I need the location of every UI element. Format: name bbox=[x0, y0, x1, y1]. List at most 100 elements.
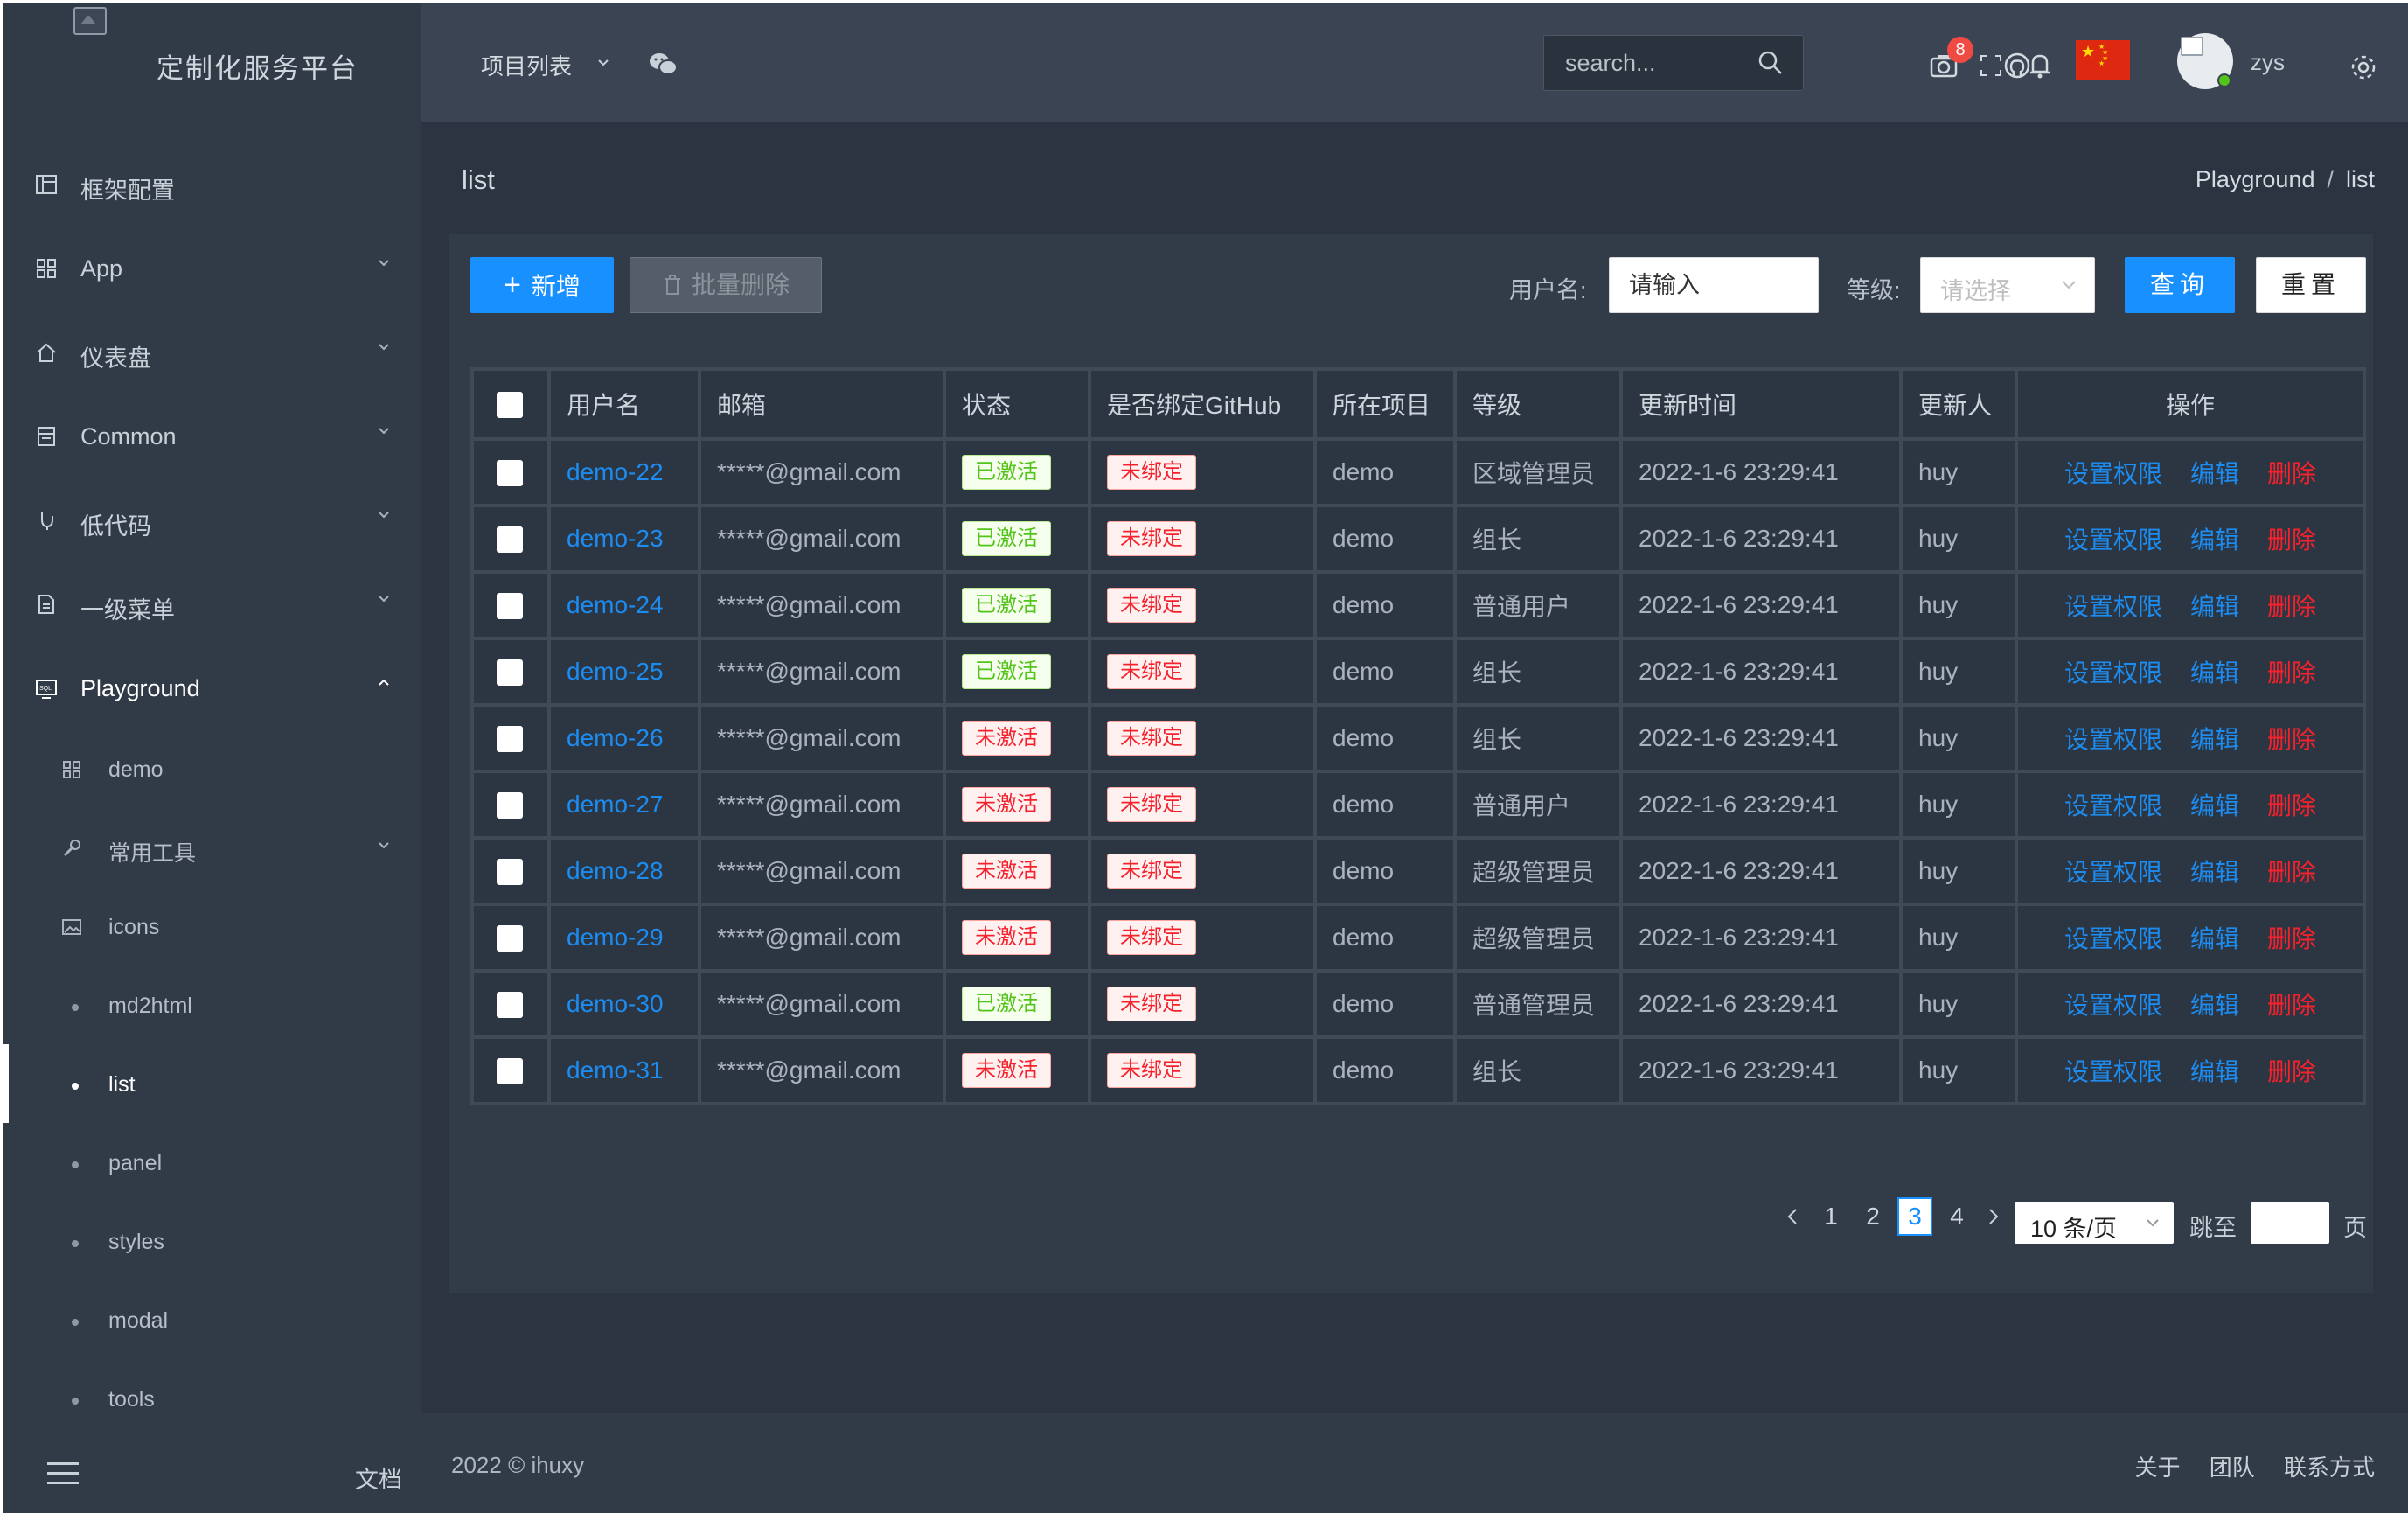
row-checkbox[interactable] bbox=[497, 992, 523, 1019]
edit-link[interactable]: 编辑 bbox=[2190, 526, 2239, 554]
sidebar-item-dashboard[interactable]: 仪表盘 bbox=[3, 311, 421, 395]
chevron-down-icon[interactable] bbox=[595, 54, 612, 72]
avatar[interactable] bbox=[2177, 33, 2233, 89]
set-permission-link[interactable]: 设置权限 bbox=[2064, 593, 2162, 620]
set-permission-link[interactable]: 设置权限 bbox=[2064, 526, 2162, 554]
sidebar-item-playground[interactable]: SQL Playground bbox=[3, 647, 421, 731]
username-link[interactable]: demo-25 bbox=[567, 658, 664, 685]
fullscreen-icon[interactable] bbox=[1976, 51, 2006, 80]
edit-link[interactable]: 编辑 bbox=[2190, 1058, 2239, 1085]
footer-link-about[interactable]: 关于 bbox=[2134, 1454, 2180, 1481]
edit-link[interactable]: 编辑 bbox=[2190, 726, 2239, 753]
username-link[interactable]: demo-28 bbox=[567, 857, 664, 884]
docs-link[interactable]: 文档 bbox=[355, 1461, 402, 1495]
delete-link[interactable]: 删除 bbox=[2267, 460, 2316, 487]
page-number-current[interactable]: 3 bbox=[1897, 1197, 1932, 1236]
sidebar-item-level1-menu[interactable]: 一级菜单 bbox=[3, 563, 421, 647]
set-permission-link[interactable]: 设置权限 bbox=[2064, 659, 2162, 687]
delete-link[interactable]: 删除 bbox=[2267, 859, 2316, 886]
delete-link[interactable]: 删除 bbox=[2267, 792, 2316, 819]
row-checkbox[interactable] bbox=[497, 859, 523, 886]
submenu-item-styles[interactable]: styles bbox=[3, 1203, 421, 1282]
row-checkbox[interactable] bbox=[497, 925, 523, 952]
sidebar-item-lowcode[interactable]: 低代码 bbox=[3, 479, 421, 563]
row-checkbox[interactable] bbox=[497, 659, 523, 687]
submenu-item-tools[interactable]: 常用工具 bbox=[3, 810, 421, 889]
submenu-item-tools-page[interactable]: tools bbox=[3, 1361, 421, 1440]
set-permission-link[interactable]: 设置权限 bbox=[2064, 925, 2162, 952]
username-link[interactable]: demo-27 bbox=[567, 791, 664, 818]
page-size-select[interactable]: 10 条/页 bbox=[2015, 1202, 2174, 1244]
query-button[interactable]: 查询 bbox=[2125, 257, 2235, 313]
logo-area[interactable]: 定制化服务平台 bbox=[3, 3, 421, 122]
page-number[interactable]: 2 bbox=[1855, 1197, 1890, 1236]
add-button[interactable]: + 新增 bbox=[470, 257, 614, 313]
search-icon[interactable] bbox=[1757, 50, 1784, 76]
row-checkbox[interactable] bbox=[497, 792, 523, 819]
username-link[interactable]: demo-22 bbox=[567, 458, 664, 485]
next-page-icon[interactable] bbox=[1985, 1207, 2002, 1226]
edit-link[interactable]: 编辑 bbox=[2190, 925, 2239, 952]
set-permission-link[interactable]: 设置权限 bbox=[2064, 1058, 2162, 1085]
delete-link[interactable]: 删除 bbox=[2267, 593, 2316, 620]
username-link[interactable]: demo-29 bbox=[567, 924, 664, 951]
sidebar-item-framework-config[interactable]: 框架配置 bbox=[3, 143, 421, 227]
page-number[interactable]: 1 bbox=[1813, 1197, 1848, 1236]
submenu-item-icons[interactable]: icons bbox=[3, 889, 421, 967]
submenu-item-panel[interactable]: panel bbox=[3, 1125, 421, 1203]
project-list-dropdown[interactable]: 项目列表 bbox=[481, 49, 572, 81]
delete-link[interactable]: 删除 bbox=[2267, 659, 2316, 687]
username[interactable]: zys bbox=[2251, 49, 2285, 76]
level-select[interactable]: 请选择 bbox=[1920, 257, 2095, 313]
set-permission-link[interactable]: 设置权限 bbox=[2064, 859, 2162, 886]
search-input[interactable] bbox=[1563, 46, 1750, 80]
row-checkbox[interactable] bbox=[497, 1058, 523, 1085]
username-link[interactable]: demo-26 bbox=[567, 724, 664, 751]
search-box[interactable] bbox=[1543, 35, 1804, 91]
username-link[interactable]: demo-31 bbox=[567, 1056, 664, 1084]
submenu-item-md2html[interactable]: md2html bbox=[3, 967, 421, 1046]
set-permission-link[interactable]: 设置权限 bbox=[2064, 992, 2162, 1019]
edit-link[interactable]: 编辑 bbox=[2190, 460, 2239, 487]
set-permission-link[interactable]: 设置权限 bbox=[2064, 792, 2162, 819]
page-number[interactable]: 4 bbox=[1939, 1197, 1974, 1236]
username-link[interactable]: demo-30 bbox=[567, 990, 664, 1017]
submenu-item-modal[interactable]: modal bbox=[3, 1282, 421, 1361]
github-icon[interactable] bbox=[2002, 51, 2032, 80]
set-permission-link[interactable]: 设置权限 bbox=[2064, 726, 2162, 753]
edit-link[interactable]: 编辑 bbox=[2190, 992, 2239, 1019]
edit-link[interactable]: 编辑 bbox=[2190, 859, 2239, 886]
reset-button[interactable]: 重置 bbox=[2256, 257, 2366, 313]
language-flag-icon[interactable]: ★ ★ ★ ★ ★ bbox=[2076, 40, 2130, 80]
username-link[interactable]: demo-23 bbox=[567, 525, 664, 552]
delete-link[interactable]: 删除 bbox=[2267, 726, 2316, 753]
batch-delete-button[interactable]: 批量删除 bbox=[630, 257, 822, 313]
edit-link[interactable]: 编辑 bbox=[2190, 659, 2239, 687]
wechat-icon[interactable] bbox=[647, 51, 679, 77]
menu-collapse-icon[interactable] bbox=[47, 1462, 79, 1485]
breadcrumb-item[interactable]: Playground bbox=[2196, 166, 2315, 192]
edit-link[interactable]: 编辑 bbox=[2190, 593, 2239, 620]
prev-page-icon[interactable] bbox=[1784, 1207, 1801, 1226]
row-checkbox[interactable] bbox=[497, 726, 523, 753]
username-link[interactable]: demo-24 bbox=[567, 591, 664, 618]
row-checkbox[interactable] bbox=[497, 593, 523, 620]
select-all-checkbox[interactable] bbox=[497, 392, 523, 419]
username-input[interactable] bbox=[1627, 258, 1814, 312]
delete-link[interactable]: 删除 bbox=[2267, 925, 2316, 952]
row-checkbox[interactable] bbox=[497, 526, 523, 554]
username-filter[interactable] bbox=[1609, 257, 1819, 313]
footer-link-team[interactable]: 团队 bbox=[2210, 1454, 2255, 1481]
delete-link[interactable]: 删除 bbox=[2267, 1058, 2316, 1085]
sidebar-item-common[interactable]: Common bbox=[3, 395, 421, 479]
footer-link-contact[interactable]: 联系方式 bbox=[2284, 1454, 2375, 1481]
delete-link[interactable]: 删除 bbox=[2267, 526, 2316, 554]
edit-link[interactable]: 编辑 bbox=[2190, 792, 2239, 819]
submenu-item-demo[interactable]: demo bbox=[3, 731, 421, 810]
delete-link[interactable]: 删除 bbox=[2267, 992, 2316, 1019]
submenu-item-list[interactable]: list bbox=[3, 1046, 421, 1125]
sidebar-item-app[interactable]: App bbox=[3, 227, 421, 311]
set-permission-link[interactable]: 设置权限 bbox=[2064, 460, 2162, 487]
jump-page-input[interactable] bbox=[2251, 1202, 2329, 1244]
gear-icon[interactable] bbox=[2349, 52, 2378, 82]
